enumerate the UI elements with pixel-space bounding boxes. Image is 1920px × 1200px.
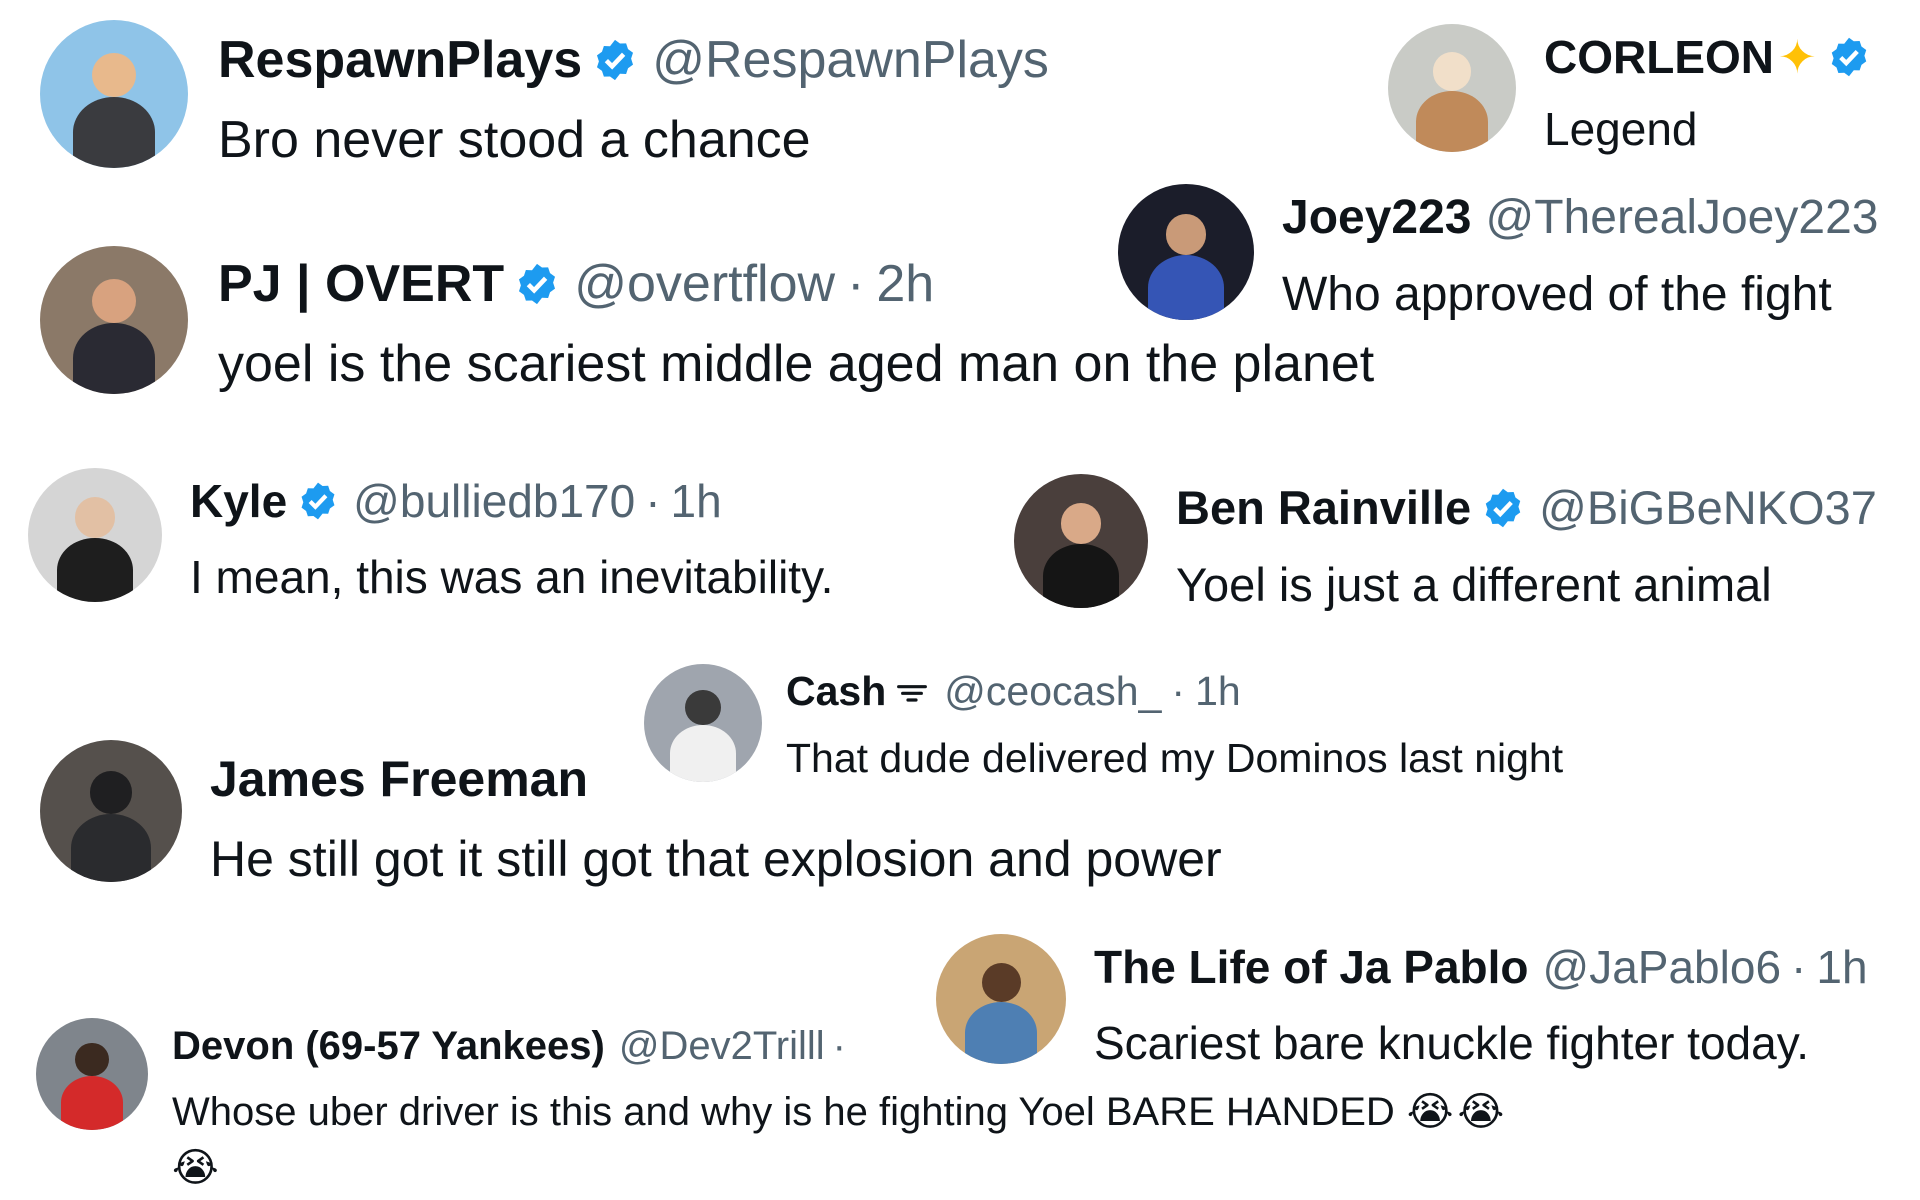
loudly-crying-emoji-icon: 😭 [1457, 1090, 1505, 1134]
separator-dot: · [1791, 941, 1807, 993]
verified-badge-icon [1831, 37, 1866, 77]
separator-dot: · [1171, 668, 1186, 714]
user-name[interactable]: Devon (69-57 Yankees) [172, 1024, 605, 1069]
signal-icon [897, 684, 928, 702]
reply-text: I mean, this was an inevitability. [190, 551, 834, 603]
user-handle[interactable]: @ceocash_ [944, 668, 1161, 715]
separator-dot: · [645, 475, 661, 527]
timestamp[interactable]: 1h [671, 474, 722, 528]
verified-badge-icon [1485, 488, 1521, 527]
loudly-crying-emoji-icon: 😭 [172, 1146, 219, 1190]
reply-text: Yoel is just a different animal [1176, 558, 1772, 611]
user-name[interactable]: RespawnPlays [218, 30, 582, 90]
loudly-crying-emoji-icon: 😭 [1406, 1090, 1454, 1134]
reply-text: Whose uber driver is this and why is he … [172, 1089, 1395, 1134]
avatar[interactable] [28, 468, 162, 602]
timestamp[interactable]: 1h [1816, 940, 1867, 994]
user-handle[interactable]: @overtflow [574, 254, 835, 314]
user-name[interactable]: PJ | OVERT [218, 254, 504, 314]
sparkles-icon: ✦ [1778, 31, 1817, 83]
user-handle[interactable]: @RespawnPlays [652, 30, 1049, 90]
reply-text: yoel is the scariest middle aged man on … [218, 335, 1375, 393]
timestamp[interactable]: 2h [876, 254, 934, 314]
verified-badge-icon [301, 482, 335, 520]
user-name[interactable]: CORLEON [1544, 30, 1774, 84]
verified-badge-icon [519, 263, 556, 305]
user-name[interactable]: Cash [786, 668, 886, 715]
user-handle[interactable]: @BiGBeNKO37 [1539, 480, 1877, 535]
verified-badge-icon [597, 39, 634, 81]
reply-text: He still got it still got that explosion… [210, 831, 1222, 887]
reply-text: Legend [1544, 103, 1698, 155]
user-handle[interactable]: @TherealJoey223 [1486, 190, 1879, 245]
timestamp[interactable]: 1h [1195, 668, 1241, 715]
user-name[interactable]: James Freeman [210, 750, 588, 808]
avatar[interactable] [1388, 24, 1516, 152]
reply-text: Bro never stood a chance [218, 111, 811, 169]
user-handle[interactable]: @Dev2Trilll [619, 1024, 825, 1069]
user-name[interactable]: Kyle [190, 474, 287, 528]
avatar[interactable] [1014, 474, 1148, 608]
avatar[interactable] [40, 246, 188, 394]
separator-dot: · [832, 1024, 846, 1068]
avatar[interactable] [40, 20, 188, 168]
user-handle[interactable]: @bulliedb170 [353, 474, 635, 528]
user-handle[interactable]: @JaPablo6 [1543, 940, 1782, 994]
avatar[interactable] [36, 1018, 148, 1130]
user-name[interactable]: The Life of Ja Pablo [1094, 940, 1529, 994]
user-name[interactable]: Ben Rainville [1176, 480, 1471, 535]
user-name[interactable]: Joey223 [1282, 190, 1472, 245]
avatar[interactable] [40, 740, 182, 882]
separator-dot: · [847, 255, 865, 313]
